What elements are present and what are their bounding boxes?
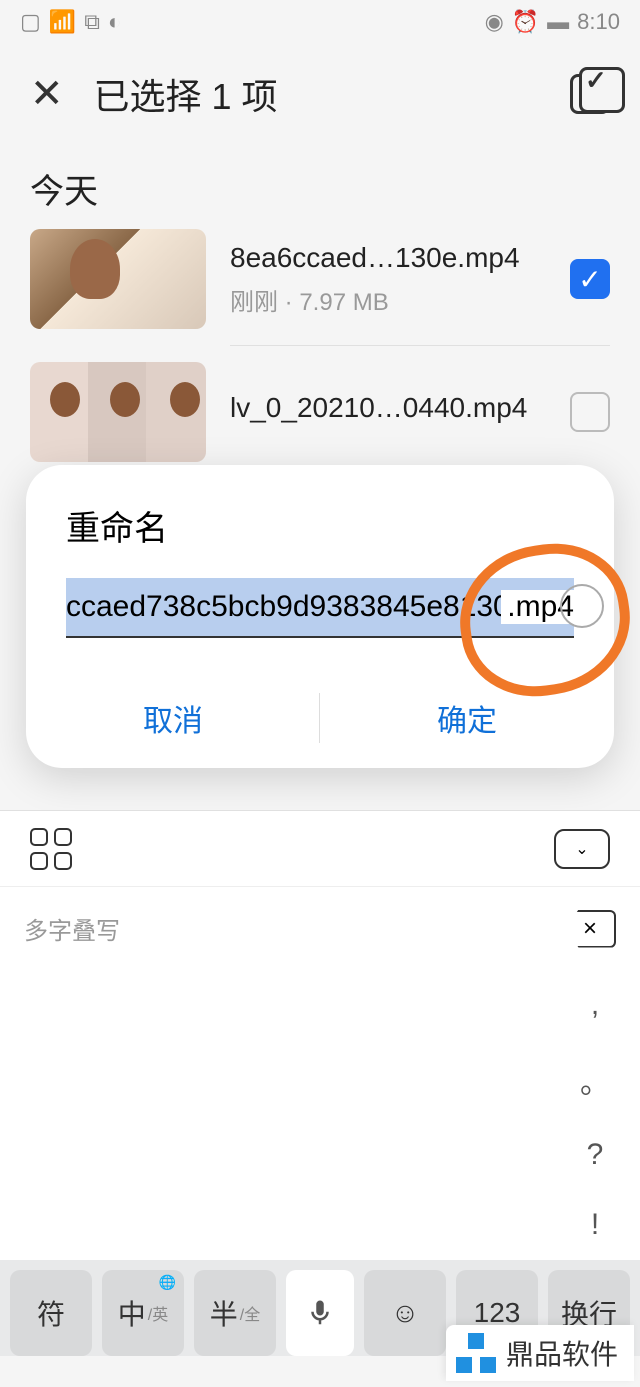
nfc-icon: ◐ (108, 9, 121, 35)
thumbnail (30, 362, 206, 462)
grid-icon[interactable] (30, 828, 72, 870)
file-name: lv_0_20210…0440.mp4 (230, 392, 546, 424)
section-header: 今天 (0, 144, 640, 213)
mic-icon (305, 1298, 335, 1328)
watermark-logo-icon (456, 1333, 496, 1373)
punctuation-column: , 。 ? ! (550, 970, 640, 1260)
signal-icon: 📶 (49, 9, 76, 35)
file-name: 8ea6ccaed…130e.mp4 (230, 242, 546, 274)
alarm-icon: ⏰ (512, 9, 539, 35)
eye-icon: ◉ (485, 9, 504, 35)
comma-key[interactable]: , (591, 988, 599, 1022)
status-bar: ▢ 📶 ⧉ ◐ ◉ ⏰ ▬ 8:10 (0, 0, 640, 44)
file-meta: 刚刚 · 7.97 MB (230, 282, 546, 317)
symbol-key[interactable]: 符 (10, 1270, 92, 1356)
space-key[interactable] (286, 1270, 354, 1356)
app-bar: ✕ 已选择 1 项 (0, 44, 640, 144)
rename-dialog: 重命名 .mp4 取消 确定 (26, 465, 614, 768)
file-row[interactable]: lv_0_20210…0440.mp4 (0, 346, 640, 478)
close-icon[interactable]: ✕ (30, 71, 64, 117)
watermark-text: 鼎品软件 (506, 1333, 618, 1373)
checkbox-unchecked[interactable] (570, 392, 610, 432)
cancel-button[interactable]: 取消 (26, 668, 320, 768)
candidate-hint: 多字叠写 (24, 911, 120, 946)
backspace-icon[interactable] (566, 910, 616, 948)
thumbnail (30, 229, 206, 329)
confirm-button[interactable]: 确定 (320, 668, 614, 768)
checkbox-checked[interactable]: ✓ (570, 259, 610, 299)
question-key[interactable]: ? (587, 1138, 604, 1172)
select-all-button[interactable] (570, 74, 610, 114)
watermark: 鼎品软件 (446, 1325, 634, 1381)
dialog-title: 重命名 (26, 501, 614, 578)
clear-icon[interactable] (560, 584, 604, 628)
period-key[interactable]: 。 (580, 1058, 610, 1102)
hd-icon: ▢ (20, 9, 41, 35)
keyboard-toolbar: ⌄ (0, 810, 640, 886)
filename-input[interactable] (66, 578, 574, 638)
handwriting-area[interactable]: , 。 ? ! (0, 970, 640, 1260)
page-title: 已选择 1 项 (94, 68, 540, 120)
globe-icon: 🌐 (159, 1274, 176, 1291)
language-key[interactable]: 🌐中/英 (102, 1270, 184, 1356)
clock: 8:10 (577, 9, 620, 35)
emoji-key[interactable]: ☺ (364, 1270, 446, 1356)
collapse-keyboard-icon[interactable]: ⌄ (554, 829, 610, 869)
file-row[interactable]: 8ea6ccaed…130e.mp4 刚刚 · 7.97 MB ✓ (0, 213, 640, 345)
candidate-bar: 多字叠写 (0, 886, 640, 970)
wifi-icon: ⧉ (84, 9, 100, 35)
battery-icon: ▬ (547, 9, 569, 35)
smile-icon: ☺ (391, 1297, 420, 1329)
width-key[interactable]: 半/全 (194, 1270, 276, 1356)
exclaim-key[interactable]: ! (591, 1208, 599, 1242)
